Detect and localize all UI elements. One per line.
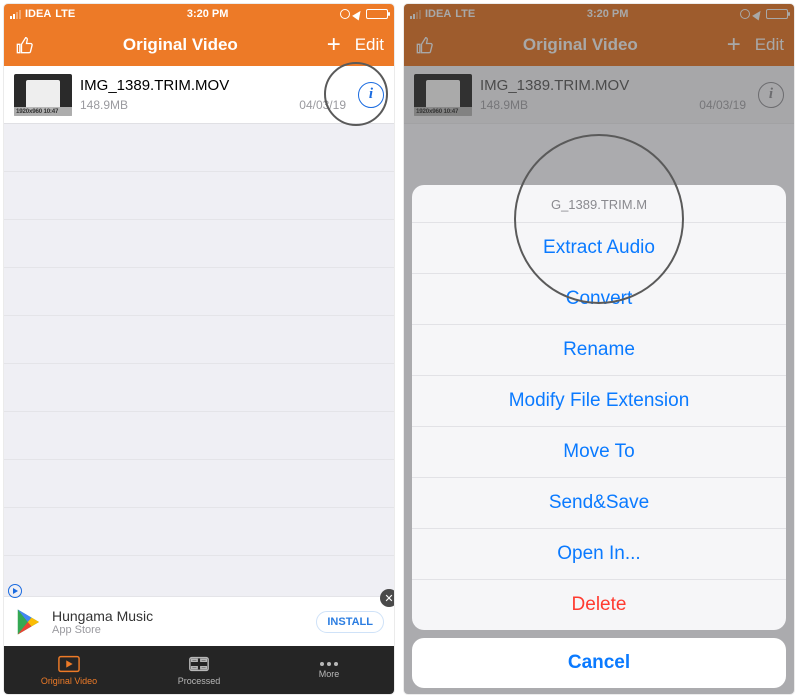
tab-label: Processed [178, 676, 221, 686]
ad-title: Hungama Music [52, 608, 153, 624]
more-icon [320, 662, 338, 666]
tab-bar: Original Video Processed More [4, 646, 394, 694]
action-sheet: G_1389.TRIM.M Extract Audio Convert Rena… [412, 185, 786, 688]
thumb-dimensions: 1920x960 10:47 [14, 107, 72, 116]
ad-subtitle: App Store [52, 624, 153, 636]
action-cancel[interactable]: Cancel [412, 638, 786, 688]
status-bar: IDEA LTE 3:20 PM [4, 4, 394, 24]
thumbs-up-icon[interactable] [14, 36, 34, 54]
screenshot-left: IDEA LTE 3:20 PM Original Video + Edit [4, 4, 394, 694]
action-delete[interactable]: Delete [412, 580, 786, 630]
tab-label: Original Video [41, 676, 97, 686]
ad-close-icon[interactable]: ✕ [380, 589, 394, 607]
nav-bar: Original Video + Edit [4, 24, 394, 66]
location-icon [352, 8, 364, 20]
adchoices-icon[interactable] [8, 584, 22, 598]
action-move-to[interactable]: Move To [412, 427, 786, 478]
file-name: IMG_1389.TRIM.MOV [80, 77, 352, 94]
carrier-label: IDEA [25, 8, 51, 20]
tab-original-video[interactable]: Original Video [4, 646, 134, 694]
action-send-save[interactable]: Send&Save [412, 478, 786, 529]
status-time: 3:20 PM [187, 8, 229, 20]
file-date: 04/03/19 [299, 98, 346, 112]
info-button[interactable]: i [358, 82, 384, 108]
nav-title: Original Video [34, 35, 327, 55]
signal-icon [10, 10, 21, 19]
network-label: LTE [55, 8, 75, 20]
video-thumbnail: 1920x960 10:47 [14, 74, 72, 116]
tab-label: More [319, 669, 340, 679]
action-open-in[interactable]: Open In... [412, 529, 786, 580]
ad-install-button[interactable]: INSTALL [316, 611, 384, 633]
edit-button[interactable]: Edit [355, 35, 384, 55]
action-rename[interactable]: Rename [412, 325, 786, 376]
file-list: 1920x960 10:47 IMG_1389.TRIM.MOV 148.9MB… [4, 66, 394, 556]
ad-app-icon [14, 607, 44, 637]
action-modify-extension[interactable]: Modify File Extension [412, 376, 786, 427]
add-button[interactable]: + [327, 33, 341, 57]
file-size: 148.9MB [80, 98, 128, 112]
tab-more[interactable]: More [264, 646, 394, 694]
file-row[interactable]: 1920x960 10:47 IMG_1389.TRIM.MOV 148.9MB… [4, 66, 394, 124]
battery-icon [366, 9, 388, 19]
action-convert[interactable]: Convert [412, 274, 786, 325]
alarm-icon [340, 9, 350, 19]
tab-processed[interactable]: Processed [134, 646, 264, 694]
ad-banner[interactable]: Hungama Music App Store INSTALL ✕ [4, 596, 394, 646]
action-extract-audio[interactable]: Extract Audio [412, 223, 786, 274]
screenshot-right: IDEA LTE 3:20 PM Original Video + Edit [404, 4, 794, 694]
action-sheet-title: G_1389.TRIM.M [412, 185, 786, 223]
